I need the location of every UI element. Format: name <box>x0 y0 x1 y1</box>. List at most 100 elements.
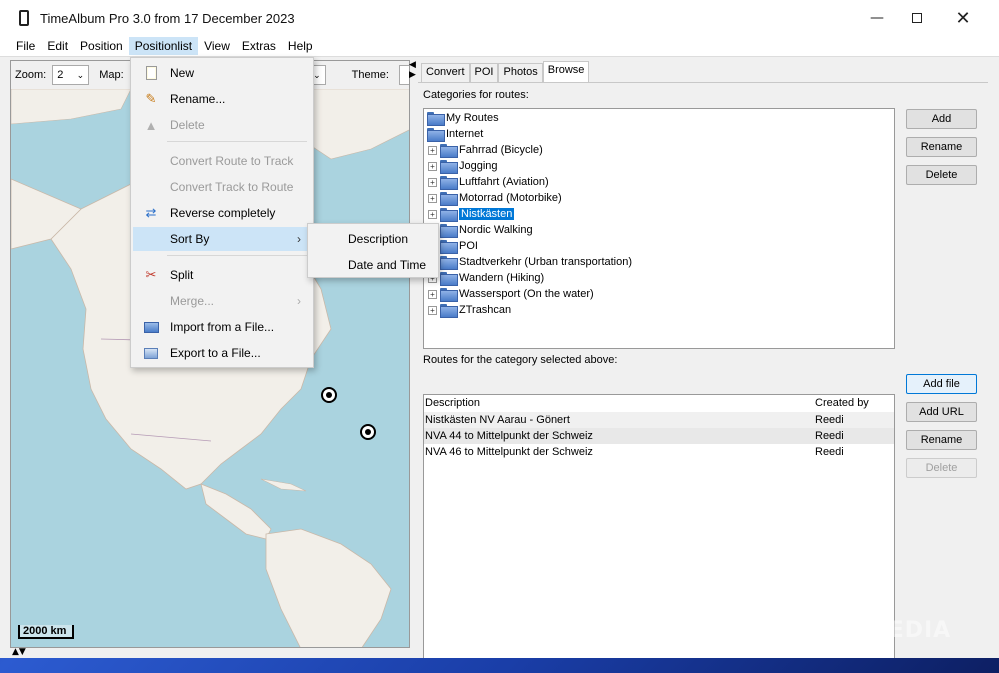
menu-item-reverse[interactable]: ⇄ Reverse completely <box>133 201 311 225</box>
expand-icon[interactable]: + <box>428 145 437 155</box>
add-file-button[interactable]: Add file <box>906 374 977 394</box>
close-icon: ✕ <box>955 7 971 29</box>
side-panel: Convert POI Photos Browse Categories for… <box>418 60 988 658</box>
add-url-button[interactable]: Add URL <box>906 402 977 422</box>
zoom-select[interactable]: 2 ⌄ <box>52 65 90 85</box>
folder-icon <box>440 304 458 318</box>
expand-icon[interactable]: + <box>428 161 437 171</box>
column-header-created-by[interactable]: Created by <box>815 397 869 409</box>
tree-item[interactable]: + Stadtverkehr (Urban transportation) <box>428 254 632 270</box>
sort-by-description[interactable]: Description <box>310 227 436 251</box>
browse-tab-panel: Categories for routes: My Routes Interne… <box>418 82 988 658</box>
zoom-label: Zoom: <box>15 69 47 81</box>
tab-strip: Convert POI Photos Browse <box>421 61 590 83</box>
sort-by-date-time[interactable]: Date and Time <box>310 253 436 277</box>
pane-toggle-arrows[interactable]: ▲▼ <box>12 648 26 657</box>
map-scale-bar: 2000 km <box>18 625 75 639</box>
menu-item-export[interactable]: Export to a File... <box>133 341 311 365</box>
menu-item-sort-by[interactable]: Sort By › <box>133 227 311 251</box>
menu-separator <box>167 141 307 142</box>
tree-item[interactable]: + ZTrashcan <box>428 302 511 318</box>
folder-icon <box>440 240 458 254</box>
splitter-arrows[interactable]: ◀ ▶ <box>409 60 416 80</box>
chevron-down-icon: ⌄ <box>76 69 85 80</box>
menu-edit[interactable]: Edit <box>41 37 74 55</box>
theme-select[interactable] <box>398 65 409 85</box>
tree-item[interactable]: + Motorrad (Motorbike) <box>428 190 562 206</box>
menu-bar: File Edit Position Positionlist View Ext… <box>0 36 999 57</box>
table-row[interactable]: Nistkästen NV Aarau - Gönert Reedi <box>424 412 894 428</box>
tab-browse[interactable]: Browse <box>542 61 590 82</box>
menu-item-merge[interactable]: Merge... › <box>133 289 311 313</box>
folder-icon <box>440 192 458 206</box>
menu-item-rename[interactable]: ✎ Rename... <box>133 87 311 111</box>
map-label: Map: <box>99 69 124 81</box>
menu-item-delete[interactable]: ▲ Delete <box>133 113 311 137</box>
menu-file[interactable]: File <box>10 37 41 55</box>
positionlist-menu: New ✎ Rename... ▲ Delete Convert Route t… <box>130 57 314 368</box>
menu-extras[interactable]: Extras <box>236 37 282 55</box>
tree-item[interactable]: + Nordic Walking <box>428 222 533 238</box>
maximize-button[interactable] <box>894 0 940 36</box>
arrow-up-icon: ▲ <box>12 647 19 657</box>
expand-icon[interactable]: + <box>428 305 437 315</box>
routes-label: Routes for the category selected above: <box>423 354 618 366</box>
rename-category-button[interactable]: Rename <box>906 137 977 157</box>
tree-item[interactable]: + Fahrrad (Bicycle) <box>428 142 543 158</box>
categories-label: Categories for routes: <box>423 89 529 101</box>
category-tree[interactable]: My Routes Internet + Fahrrad (Bicycle) +… <box>423 108 895 349</box>
new-document-icon <box>143 65 159 81</box>
chevron-down-icon: ⌄ <box>313 69 321 80</box>
menu-item-convert-track-to-route[interactable]: Convert Track to Route <box>133 175 311 199</box>
menu-help[interactable]: Help <box>282 37 319 55</box>
reverse-icon: ⇄ <box>145 205 157 220</box>
folder-icon <box>440 224 458 238</box>
add-category-button[interactable]: Add <box>906 109 977 129</box>
chevron-right-icon: › <box>297 232 301 246</box>
chevron-right-icon: › <box>297 294 301 308</box>
minimize-icon: — <box>870 10 884 26</box>
tree-item[interactable]: My Routes <box>427 110 499 126</box>
tree-item[interactable]: + Wassersport (On the water) <box>428 286 594 302</box>
sort-by-submenu: Description Date and Time <box>307 223 439 278</box>
map-marker[interactable] <box>360 424 376 440</box>
column-header-description[interactable]: Description <box>425 397 480 409</box>
arrow-left-icon: ◀ <box>409 60 416 70</box>
menu-item-import[interactable]: Import from a File... <box>133 315 311 339</box>
menu-item-split[interactable]: ✂ Split <box>133 263 311 287</box>
trash-icon: ▲ <box>144 117 158 133</box>
close-button[interactable]: ✕ <box>940 0 986 36</box>
delete-category-button[interactable]: Delete <box>906 165 977 185</box>
tree-item[interactable]: + Jogging <box>428 158 498 174</box>
tab-photos[interactable]: Photos <box>498 63 543 82</box>
table-row[interactable]: NVA 46 to Mittelpunkt der Schweiz Reedi <box>424 444 894 460</box>
zoom-value: 2 <box>57 69 64 81</box>
tree-item[interactable]: Internet <box>427 126 483 142</box>
menu-item-new[interactable]: New <box>133 61 311 85</box>
routes-table-header: Description Created by <box>424 395 894 411</box>
expand-icon[interactable]: + <box>428 289 437 299</box>
menu-view[interactable]: View <box>198 37 236 55</box>
arrow-down-icon: ▼ <box>18 647 26 657</box>
menu-positionlist[interactable]: Positionlist <box>128 37 199 55</box>
folder-icon <box>440 160 458 174</box>
map-marker[interactable] <box>321 387 337 403</box>
scissors-icon: ✂ <box>145 267 157 282</box>
tab-poi[interactable]: POI <box>469 63 499 82</box>
tab-convert[interactable]: Convert <box>421 63 470 82</box>
folder-icon <box>440 176 458 190</box>
tree-item[interactable]: + Luftfahrt (Aviation) <box>428 174 549 190</box>
table-row[interactable]: NVA 44 to Mittelpunkt der Schweiz Reedi <box>424 428 894 444</box>
menu-separator <box>167 255 307 256</box>
menu-position[interactable]: Position <box>74 37 129 55</box>
menu-item-convert-route-to-track[interactable]: Convert Route to Track <box>133 149 311 173</box>
expand-icon[interactable]: + <box>428 209 437 219</box>
folder-icon <box>440 208 458 222</box>
tree-item-selected[interactable]: + Nistkästen <box>428 206 515 222</box>
expand-icon[interactable]: + <box>428 193 437 203</box>
rename-route-button[interactable]: Rename <box>906 430 977 450</box>
folder-open-icon <box>143 319 159 335</box>
delete-route-button[interactable]: Delete <box>906 458 977 478</box>
expand-icon[interactable]: + <box>428 177 437 187</box>
tree-item[interactable]: + Wandern (Hiking) <box>428 270 544 286</box>
